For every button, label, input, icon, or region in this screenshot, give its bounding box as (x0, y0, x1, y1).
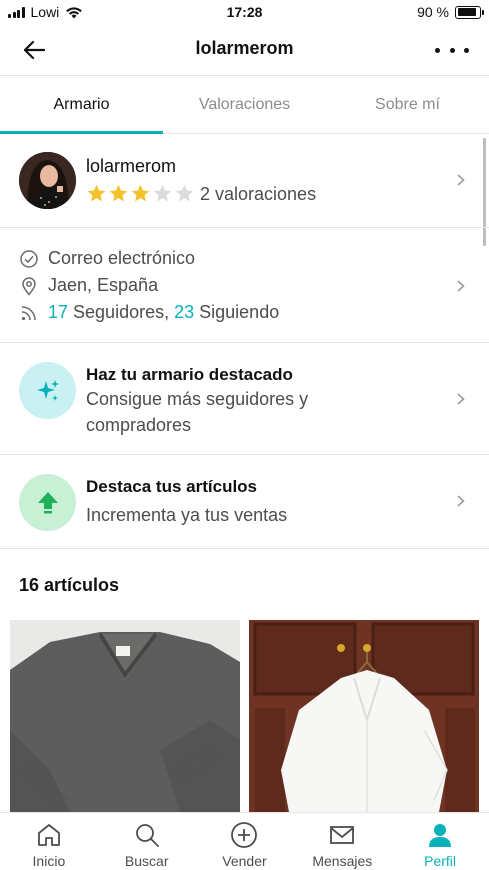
rating-stars (86, 183, 195, 204)
rss-icon (21, 305, 36, 320)
dot-icon (449, 47, 455, 53)
location-pin-icon (22, 276, 36, 296)
search-icon (135, 824, 159, 847)
arrow-up-icon (19, 474, 76, 531)
promo-wardrobe-subtitle: Consigue más seguidores y compradores (86, 389, 309, 435)
chevron-right-icon (457, 280, 465, 292)
tab-valoraciones[interactable]: Valoraciones (163, 76, 326, 133)
profile-icon (429, 824, 452, 847)
star-filled-icon (131, 184, 150, 202)
more-options-button[interactable] (435, 38, 469, 62)
bottom-navigation: Inicio Buscar Vender Mensajes Perfil (0, 812, 489, 870)
tab-sobre-mi[interactable]: Sobre mí (326, 76, 489, 133)
promo-featured-wardrobe[interactable]: Haz tu armario destacado Consigue más se… (0, 343, 489, 455)
nav-inicio[interactable]: Inicio (0, 813, 98, 870)
nav-mensajes-label: Mensajes (312, 853, 373, 869)
status-bar: Lowi 17:28 90 % (0, 0, 489, 24)
profile-summary-row[interactable]: lolarmerom 2 valoraciones (0, 134, 489, 228)
rating-count: 2 valoraciones (200, 184, 317, 204)
location-label: Jaen, España (48, 275, 159, 295)
status-time: 17:28 (226, 4, 263, 20)
page-title: lolarmerom (195, 38, 294, 58)
tab-armario[interactable]: Armario (0, 76, 163, 134)
promo-items-title: Destaca tus artículos (86, 477, 258, 496)
plus-circle-icon (231, 822, 258, 848)
navigation-bar: lolarmerom (0, 24, 489, 76)
item-photo-blouse (249, 620, 479, 812)
nav-buscar-label: Buscar (124, 853, 169, 869)
promo-items-subtitle: Incrementa ya tus ventas (86, 505, 288, 525)
followers-line: 17 Seguidores, 23 Siguiendo (19, 302, 279, 323)
item-card[interactable] (249, 620, 479, 812)
star-filled-icon (87, 184, 106, 202)
nav-inicio-label: Inicio (32, 853, 66, 869)
chevron-right-icon (457, 174, 465, 186)
check-circle-icon (20, 249, 38, 268)
nav-vender-label: Vender (222, 853, 267, 869)
promo-wardrobe-title: Haz tu armario destacado (86, 365, 293, 384)
star-empty-icon (175, 184, 194, 202)
following-label: Siguiendo (199, 302, 280, 322)
items-count-heading: 16 artículos (19, 575, 120, 595)
avatar (19, 152, 76, 209)
status-right: 90 % (417, 4, 484, 20)
profile-tabs: Armario Valoraciones Sobre mí (0, 76, 489, 134)
home-icon (37, 824, 60, 846)
chevron-right-icon (457, 495, 465, 507)
item-photo-sweater (10, 620, 240, 812)
followers-count[interactable]: 17 (48, 302, 68, 323)
nav-mensajes[interactable]: Mensajes (293, 813, 391, 870)
email-label: Correo electrónico (48, 248, 196, 268)
battery-icon (455, 5, 484, 19)
battery-percent: 90 % (417, 4, 449, 20)
nav-perfil-label: Perfil (424, 853, 457, 869)
location-line: Jaen, España (19, 275, 158, 296)
promo-boost-items[interactable]: Destaca tus artículos Incrementa ya tus … (0, 455, 489, 549)
nav-perfil[interactable]: Perfil (391, 813, 489, 870)
profile-info-row[interactable]: Correo electrónico Jaen, España 17 Segui… (0, 228, 489, 343)
nav-buscar[interactable]: Buscar (98, 813, 196, 870)
followers-label: Seguidores, (73, 302, 170, 322)
star-empty-icon (153, 184, 172, 202)
mail-icon (330, 826, 355, 844)
profile-username: lolarmerom (86, 156, 177, 176)
dot-icon (435, 47, 440, 53)
nav-vender[interactable]: Vender (196, 813, 294, 870)
item-card[interactable] (10, 620, 240, 812)
chevron-right-icon (457, 393, 465, 405)
sparkle-icon (19, 362, 76, 419)
following-count[interactable]: 23 (174, 302, 194, 323)
dot-icon (464, 47, 469, 53)
email-verified-line: Correo electrónico (19, 248, 195, 269)
star-filled-icon (109, 184, 128, 202)
